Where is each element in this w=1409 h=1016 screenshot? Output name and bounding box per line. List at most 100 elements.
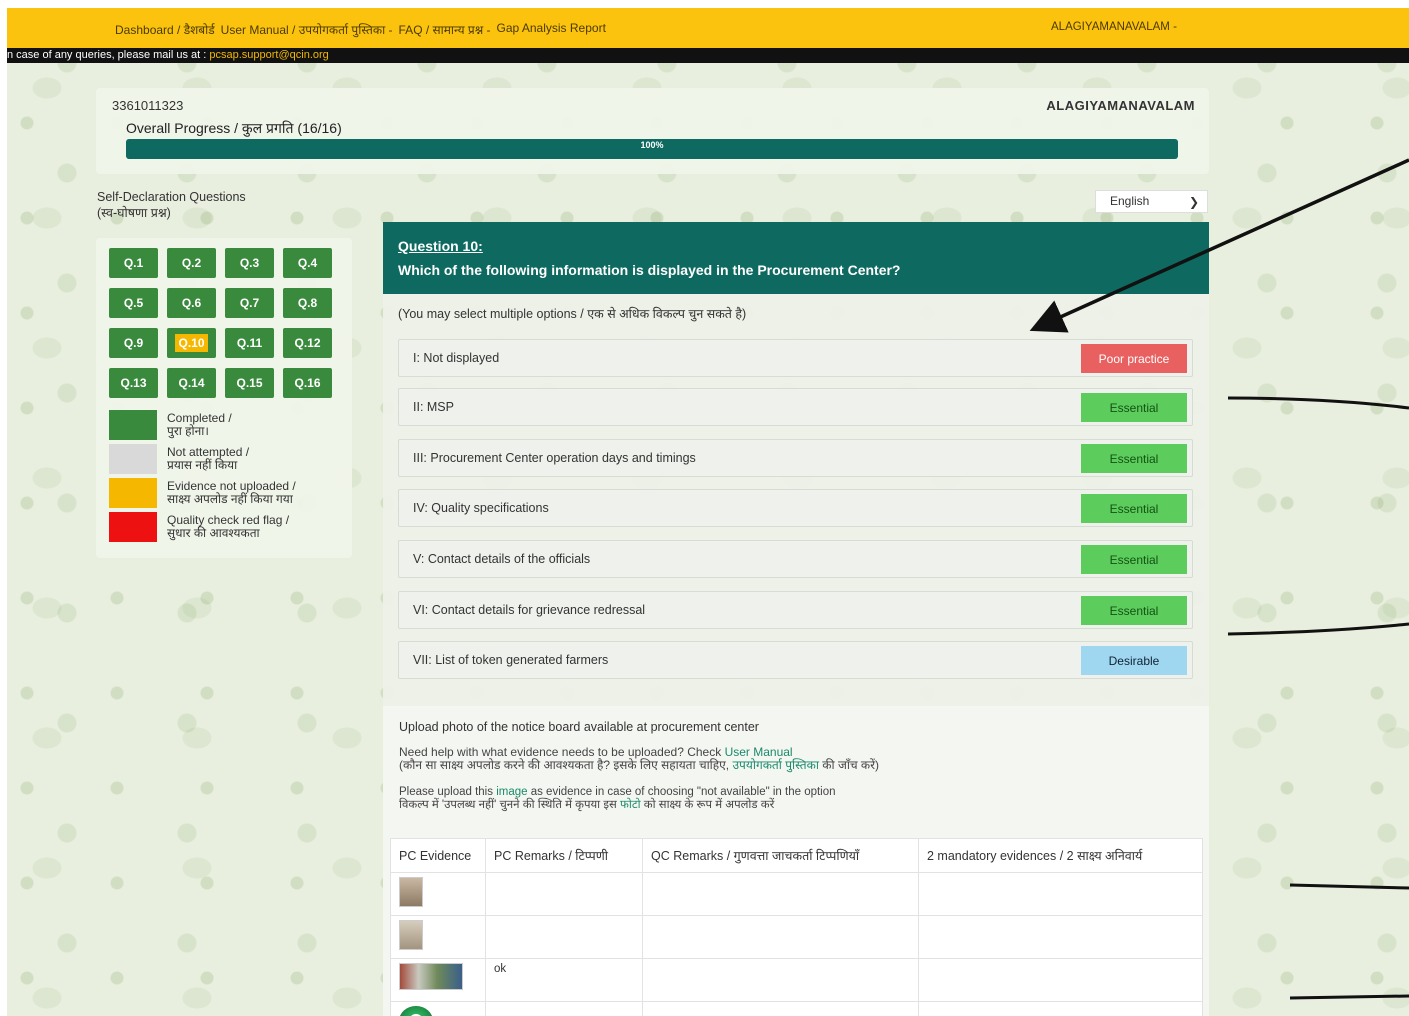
question-button[interactable]: Q.7 (225, 288, 274, 318)
evidence-file-icon[interactable] (399, 1006, 433, 1016)
photo-link-hi[interactable]: फोटो (620, 799, 641, 811)
legend-label: Not attempted / प्रयास नहीं किया (167, 444, 249, 472)
user-manual-link-hi[interactable]: उपयोगकर्ता पुस्तिका (732, 758, 818, 772)
upload-title: Upload photo of the notice board availab… (399, 720, 759, 734)
legend-label: Quality check red flag / सुधार की आवश्यकत… (167, 512, 289, 540)
upload-help-text: Need help with what evidence needs to be… (399, 746, 879, 772)
option-category-badge: Essential (1081, 444, 1187, 473)
center-name: ALAGIYAMANAVALAM (1046, 98, 1195, 113)
support-text: n case of any queries, please mail us at… (7, 49, 210, 61)
user-manual-link[interactable]: User Manual (725, 745, 793, 759)
help-text-hi-end: की जाँच करें) (818, 758, 880, 772)
legend-item: Evidence not uploaded / साक्ष्य अपलोड नही… (109, 478, 296, 508)
progress-bar: 100% (126, 139, 1178, 159)
nav-user-manual-link[interactable]: User Manual / उपयोगकर्ता पुस्तिका - (221, 21, 393, 38)
support-email-link[interactable]: pcsap.support@qcin.org (209, 49, 328, 61)
question-button[interactable]: Q.6 (167, 288, 216, 318)
option-label: II: MSP (413, 400, 454, 414)
note-text-hi: विकल्प में 'उपलब्ध नहीं' चुनने की स्थिति… (399, 799, 620, 811)
note-text-en-end: as evidence in case of choosing "not ava… (527, 786, 836, 798)
option-item[interactable]: IV: Quality specifications Essential (398, 489, 1193, 527)
question-button[interactable]: Q.10 (167, 328, 216, 358)
question-button[interactable]: Q.1 (109, 248, 158, 278)
chevron-down-icon: ❯ (1188, 195, 1199, 209)
evidence-row (390, 1001, 1203, 1016)
nav-dashboard-link[interactable]: Dashboard / डैशबोर्ड (115, 21, 215, 38)
question-button-label: Q.12 (294, 336, 321, 350)
question-button[interactable]: Q.12 (283, 328, 332, 358)
legend-swatch (109, 410, 157, 440)
evidence-upload-section: Upload photo of the notice board availab… (383, 706, 1209, 1016)
question-button-label: Q.14 (178, 376, 205, 390)
note-text-en: Please upload this (399, 786, 497, 798)
nav-links: Dashboard / डैशबोर्ड User Manual / उपयोग… (115, 21, 606, 38)
question-button[interactable]: Q.16 (283, 368, 332, 398)
col-pc-remarks: PC Remarks / टिप्पणी (485, 838, 643, 873)
user-menu[interactable]: ALAGIYAMANAVALAM - (1051, 21, 1177, 33)
help-text-en: Need help with what evidence needs to be… (399, 745, 725, 759)
question-button-label: Q.2 (181, 256, 202, 270)
option-item[interactable]: I: Not displayed Poor practice (398, 339, 1193, 377)
option-label: I: Not displayed (413, 351, 500, 365)
progress-card: 3361011323 ALAGIYAMANAVALAM Overall Prog… (96, 88, 1209, 174)
option-item[interactable]: VII: List of token generated farmers Desi… (398, 641, 1193, 679)
evidence-thumbnail[interactable] (399, 877, 423, 907)
nav-faq-link[interactable]: FAQ / सामान्य प्रश्न - (399, 21, 491, 38)
evidence-thumbnail[interactable] (399, 963, 463, 990)
legend-label: Completed / पुरा होना। (167, 410, 232, 438)
col-qc-remarks: QC Remarks / गुणवत्ता जाचकर्ता टिप्पणिया… (642, 838, 919, 873)
question-button[interactable]: Q.11 (225, 328, 274, 358)
evidence-thumbnail[interactable] (399, 920, 423, 950)
question-button-label: Q.6 (181, 296, 202, 310)
option-item[interactable]: VI: Contact details for grievance redres… (398, 591, 1193, 629)
self-declaration-title: Self-Declaration Questions (स्व-घोषणा प्… (97, 189, 246, 221)
evidence-row (390, 872, 1203, 916)
question-button-label: Q.3 (239, 256, 260, 270)
support-info-bar: n case of any queries, please mail us at… (7, 48, 1409, 63)
evidence-table: PC Evidence PC Remarks / टिप्पणी QC Rema… (390, 838, 1203, 1016)
question-button[interactable]: Q.2 (167, 248, 216, 278)
question-button[interactable]: Q.9 (109, 328, 158, 358)
option-category-badge: Essential (1081, 596, 1187, 625)
question-button[interactable]: Q.4 (283, 248, 332, 278)
legend-label-hi: पुरा होना। (167, 424, 209, 438)
legend-item: Not attempted / प्रयास नहीं किया (109, 444, 296, 474)
upload-note: Please upload this image as evidence in … (399, 786, 836, 812)
legend-swatch (109, 512, 157, 542)
question-navigator: Q.1 Q.2 Q.3 Q.4 Q.5 Q.6 Q.7 Q.8 Q.9 Q.10 Q.11 Q.12 Q… (96, 238, 352, 558)
question-button-label: Q.5 (123, 296, 144, 310)
legend-swatch (109, 444, 157, 474)
option-category-badge: Desirable (1081, 646, 1187, 675)
question-button[interactable]: Q.14 (167, 368, 216, 398)
option-item[interactable]: II: MSP Essential (398, 388, 1193, 426)
progress-fill: 100% (126, 139, 1178, 159)
question-button[interactable]: Q.8 (283, 288, 332, 318)
option-category-badge: Essential (1081, 545, 1187, 574)
legend-item: Completed / पुरा होना। (109, 410, 296, 440)
evidence-row (390, 915, 1203, 959)
question-button-label: Q.1 (123, 256, 144, 270)
option-label: V: Contact details of the officials (413, 552, 591, 566)
language-selected: English (1110, 194, 1150, 208)
question-button-label: Q.7 (239, 296, 260, 310)
image-link[interactable]: image (496, 786, 527, 798)
question-button[interactable]: Q.5 (109, 288, 158, 318)
question-button-label: Q.4 (297, 256, 318, 270)
option-item[interactable]: III: Procurement Center operation days a… (398, 439, 1193, 477)
language-select[interactable]: English ❯ (1095, 190, 1208, 213)
option-item[interactable]: V: Contact details of the officials Essen… (398, 540, 1193, 578)
option-category-badge: Essential (1081, 393, 1187, 422)
option-category-badge: Essential (1081, 494, 1187, 523)
question-button-label: Q.16 (294, 376, 321, 390)
question-button[interactable]: Q.3 (225, 248, 274, 278)
page-background: Dashboard / डैशबोर्ड User Manual / उपयोग… (7, 8, 1409, 1016)
question-text: Which of the following information is di… (398, 262, 901, 278)
question-button[interactable]: Q.13 (109, 368, 158, 398)
nav-gap-analysis-link[interactable]: Gap Analysis Report (497, 21, 606, 38)
question-button-label: Q.10 (175, 334, 208, 352)
legend-label-hi: प्रयास नहीं किया (167, 458, 238, 472)
question-button[interactable]: Q.15 (225, 368, 274, 398)
top-nav-bar: Dashboard / डैशबोर्ड User Manual / उपयोग… (7, 8, 1409, 48)
legend-label-hi: सुधार की आवश्यकता (167, 526, 260, 540)
question-options-panel: (You may select multiple options / एक से… (383, 294, 1209, 706)
